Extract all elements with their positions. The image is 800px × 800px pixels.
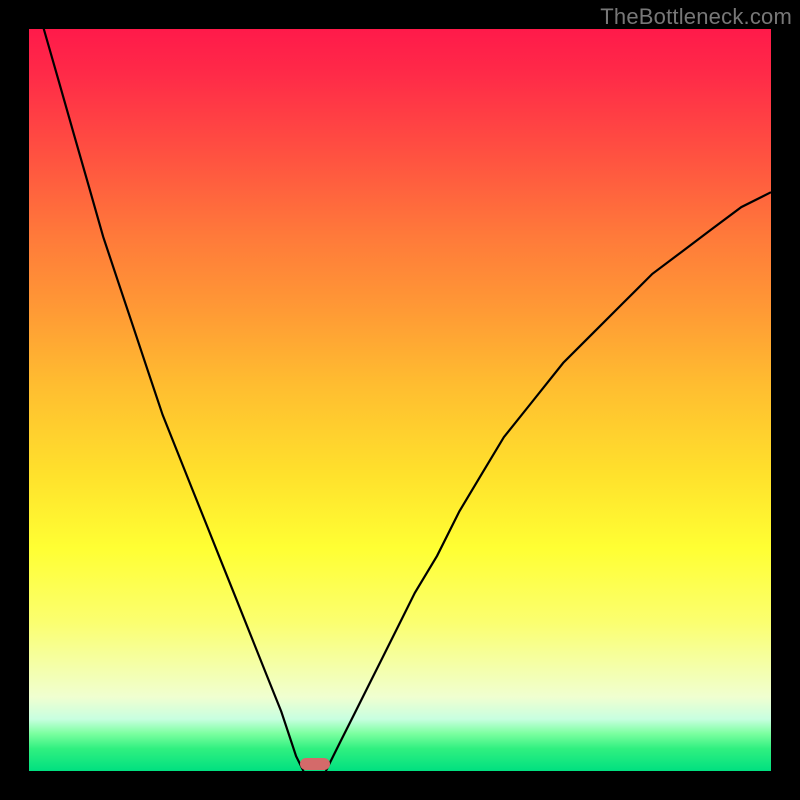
- plot-area: [29, 29, 771, 771]
- curve-right: [326, 192, 771, 771]
- bottleneck-curves: [29, 29, 771, 771]
- curve-left: [29, 0, 304, 771]
- optimal-marker: [300, 758, 330, 770]
- chart-frame: TheBottleneck.com: [0, 0, 800, 800]
- watermark-text: TheBottleneck.com: [600, 4, 792, 30]
